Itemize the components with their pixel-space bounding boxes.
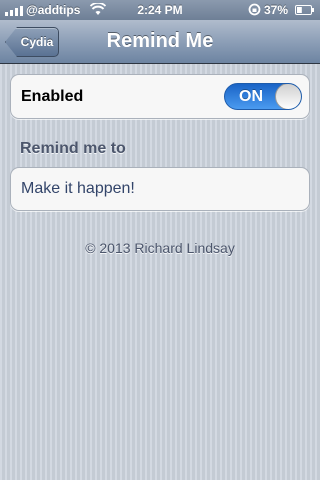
copyright-text: © 2013 Richard Lindsay bbox=[85, 240, 235, 256]
reminder-text-field[interactable] bbox=[21, 168, 299, 210]
rotation-lock-icon bbox=[248, 3, 261, 16]
battery-icon bbox=[295, 5, 314, 15]
navigation-bar: Cydia Remind Me bbox=[0, 20, 320, 64]
reminder-row bbox=[10, 167, 310, 211]
enabled-toggle[interactable]: ON bbox=[224, 83, 302, 110]
section-header: Remind me to bbox=[20, 140, 126, 157]
page-title: Remind Me bbox=[106, 30, 214, 52]
enabled-row: Enabled ON bbox=[10, 74, 310, 119]
toggle-state-label: ON bbox=[239, 88, 263, 105]
battery-percent: 37% bbox=[264, 3, 289, 17]
toggle-knob[interactable] bbox=[275, 84, 301, 109]
status-bar: @addtips 2:24 PM 37% bbox=[0, 0, 320, 20]
enabled-label: Enabled bbox=[21, 88, 84, 105]
